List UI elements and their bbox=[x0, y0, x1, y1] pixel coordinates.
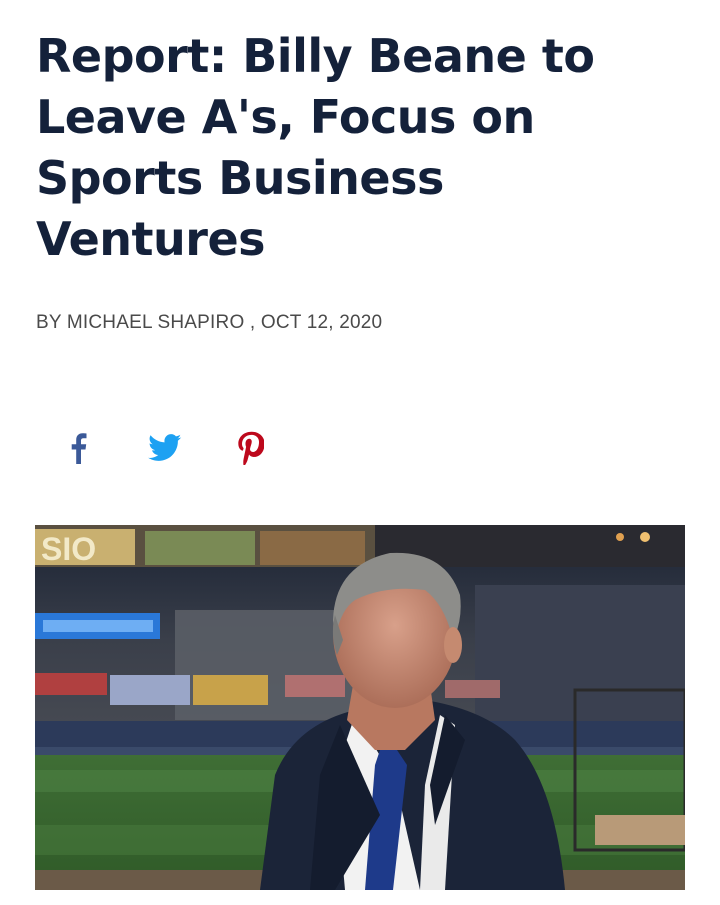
pinterest-icon bbox=[238, 431, 264, 465]
facebook-icon bbox=[71, 433, 87, 464]
article-byline: BY MICHAEL SHAPIRO , OCT 12, 2020 bbox=[36, 312, 383, 333]
facebook-share-button[interactable] bbox=[58, 428, 98, 468]
twitter-icon bbox=[148, 434, 182, 461]
scoreboard-text: SIO bbox=[41, 531, 96, 567]
pinterest-share-button[interactable] bbox=[231, 428, 271, 468]
article-hero-image: SIO bbox=[35, 525, 685, 890]
social-share-bar bbox=[0, 428, 720, 468]
article-headline: Report: Billy Beane to Leave A's, Focus … bbox=[36, 29, 595, 266]
twitter-share-button[interactable] bbox=[145, 428, 185, 468]
